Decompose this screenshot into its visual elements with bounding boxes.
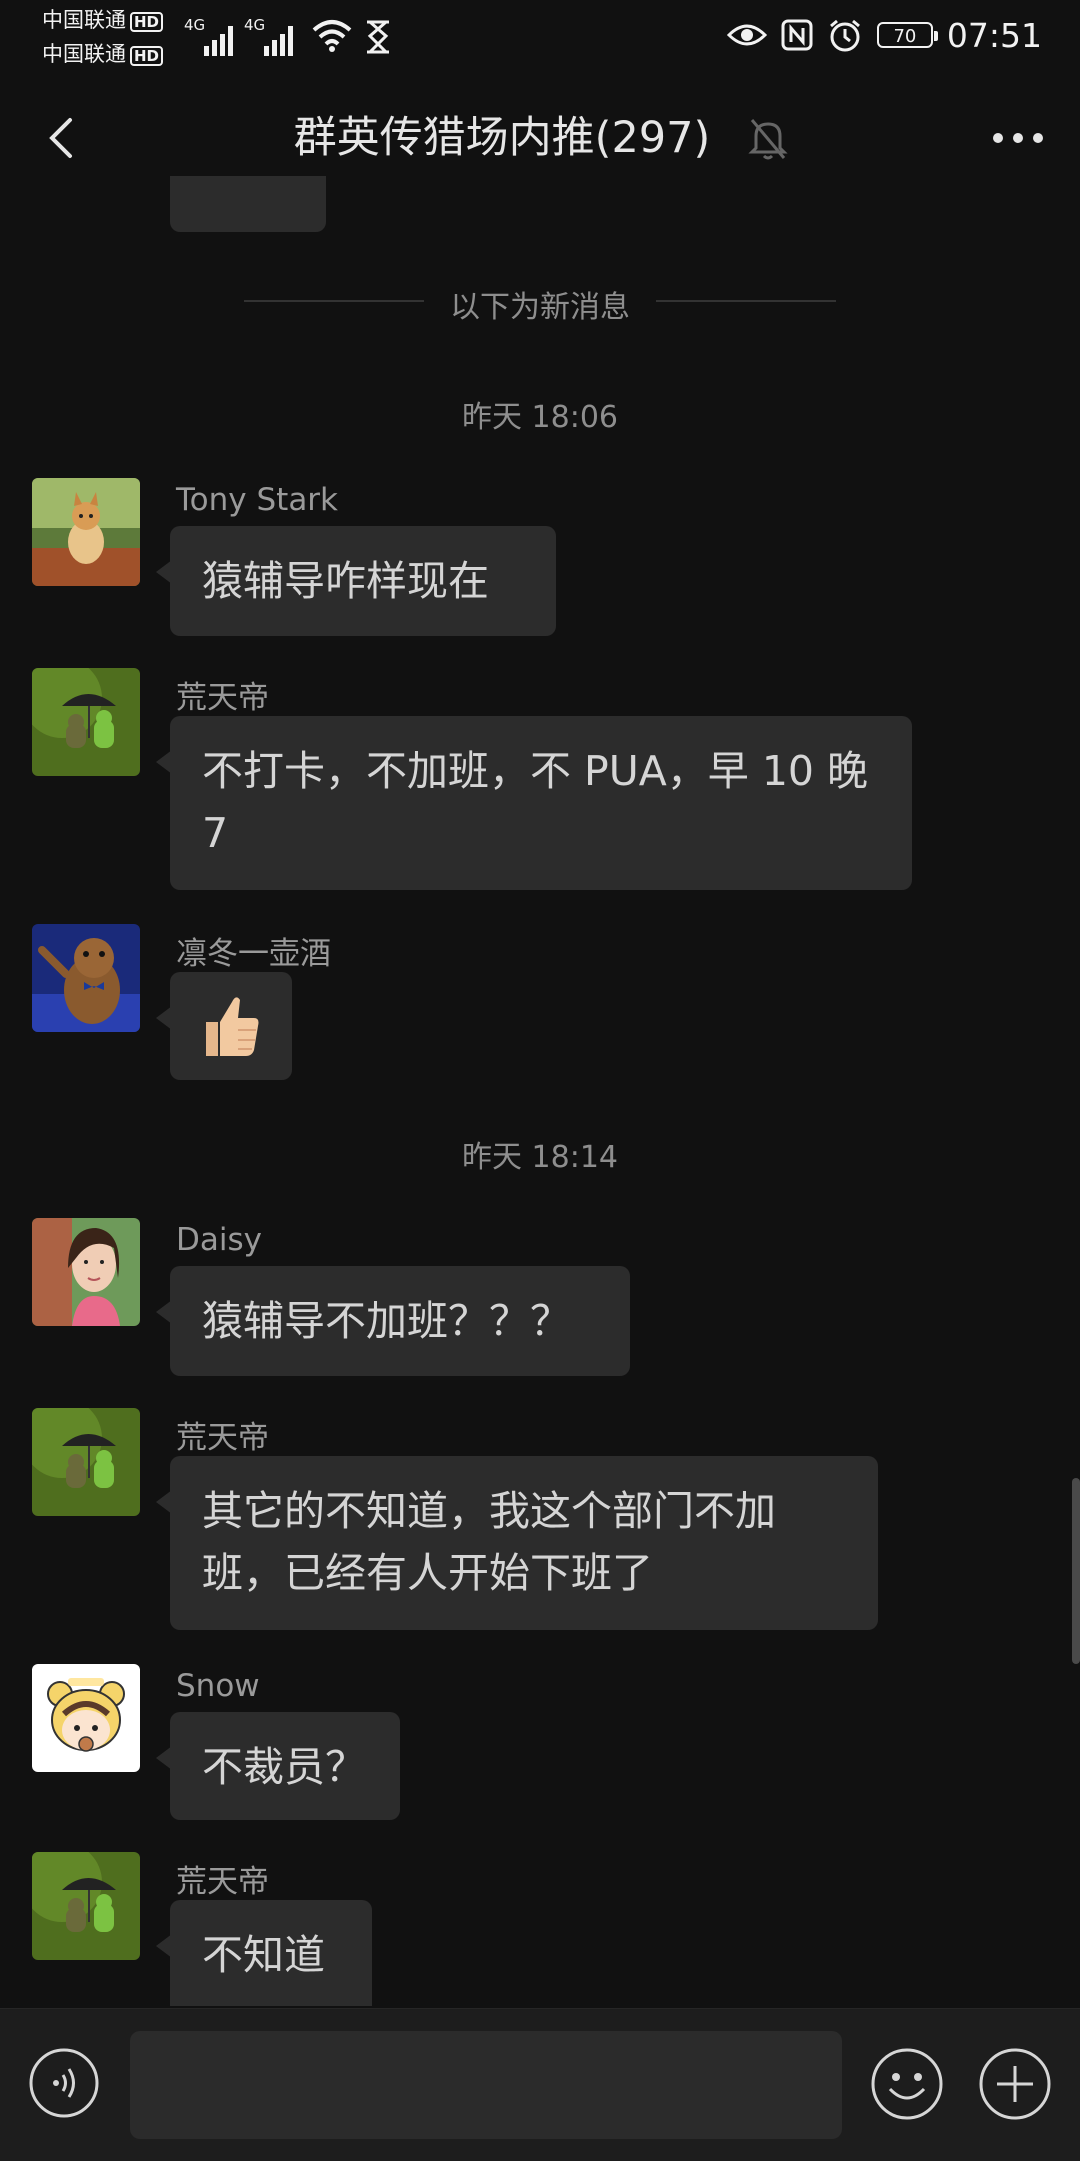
voice-icon[interactable] xyxy=(28,2047,100,2119)
status-right: 70 07:51 xyxy=(726,10,1042,60)
sender-name: 荒天帝 xyxy=(176,1420,269,1456)
network-2-label: 4G xyxy=(244,16,265,34)
sender-name: Daisy xyxy=(176,1222,262,1258)
network-1-label: 4G xyxy=(184,16,205,34)
message-bubble[interactable]: 不知道 xyxy=(156,1900,372,2006)
timestamp: 昨天 18:06 xyxy=(462,400,618,435)
scrollbar-thumb[interactable] xyxy=(1072,1478,1080,1664)
status-bar: 中国联通 HD 中国联通 HD 4G 4G 70 07:51 xyxy=(0,0,1080,72)
eye-comfort-icon xyxy=(726,24,767,46)
previous-message-bubble xyxy=(170,176,326,232)
battery-level: 70 xyxy=(893,26,917,47)
message-text: 猿辅导咋样现在 xyxy=(202,557,489,605)
message-bubble[interactable]: 不打卡，不加班，不 PUA，早 10 晚 7 xyxy=(156,716,912,890)
avatar[interactable] xyxy=(32,478,140,586)
hd-badge: HD xyxy=(130,46,164,66)
message-bubble[interactable]: 👍 xyxy=(156,972,292,1080)
carrier-2-label: 中国联通 xyxy=(42,42,126,66)
signal-icon: 4G 4G xyxy=(184,16,293,56)
message-text: 不知道 xyxy=(202,1931,325,1979)
avatar[interactable] xyxy=(32,1408,140,1516)
carrier-1-label: 中国联通 xyxy=(42,8,126,32)
sender-name: 凛冬一壶酒 xyxy=(176,936,331,972)
plus-icon[interactable] xyxy=(978,2047,1052,2121)
nfc-icon xyxy=(781,19,813,51)
mute-bell-icon xyxy=(748,119,788,160)
message-text: 不裁员？ xyxy=(202,1743,366,1791)
clock: 07:51 xyxy=(946,15,1042,55)
emoji-icon[interactable] xyxy=(870,2047,944,2121)
alarm-icon xyxy=(829,19,860,52)
sender-name: Snow xyxy=(176,1668,260,1704)
message-bubble[interactable]: 不裁员？ xyxy=(156,1712,400,1820)
timestamp: 昨天 18:14 xyxy=(462,1140,618,1175)
avatar[interactable] xyxy=(32,1218,140,1326)
hourglass-icon xyxy=(367,20,389,54)
more-dots-icon[interactable] xyxy=(986,114,1050,162)
sender-name: Tony Stark xyxy=(176,482,339,518)
avatar[interactable] xyxy=(32,668,140,776)
divider-line-right xyxy=(656,300,836,302)
avatar[interactable] xyxy=(32,1852,140,1960)
input-bar xyxy=(0,2008,1080,2161)
message-input[interactable] xyxy=(130,2031,842,2139)
hd-badge: HD xyxy=(130,12,164,32)
battery-icon: 70 xyxy=(876,22,938,48)
avatar[interactable] xyxy=(32,924,140,1032)
sender-name: 荒天帝 xyxy=(176,1864,269,1900)
chat-title: 群英传猎场内推(297) xyxy=(0,110,1080,166)
sender-name: 荒天帝 xyxy=(176,680,269,716)
chat-header: 群英传猎场内推(297) xyxy=(0,100,1080,176)
message-text: 不打卡，不加班，不 PUA，早 10 晚 7 xyxy=(202,747,869,857)
wifi-icon xyxy=(312,20,352,52)
chat-title-text: 群英传猎场内推(297) xyxy=(293,113,711,163)
carrier-1: 中国联通 HD xyxy=(42,8,164,32)
message-text: 其它的不知道，我这个部门不加班，已经有人开始下班了 xyxy=(202,1487,776,1597)
carrier-2: 中国联通 HD xyxy=(42,42,164,66)
thumbs-up-icon xyxy=(206,997,259,1056)
new-messages-divider: 以下为新消息 xyxy=(450,290,630,325)
message-text: 猿辅导不加班？？？ xyxy=(202,1297,571,1345)
message-bubble[interactable]: 猿辅导不加班？？？ xyxy=(156,1266,630,1376)
message-bubble[interactable]: 猿辅导咋样现在 xyxy=(156,526,556,636)
message-bubble[interactable]: 其它的不知道，我这个部门不加班，已经有人开始下班了 xyxy=(156,1456,878,1630)
avatar[interactable] xyxy=(32,1664,140,1772)
